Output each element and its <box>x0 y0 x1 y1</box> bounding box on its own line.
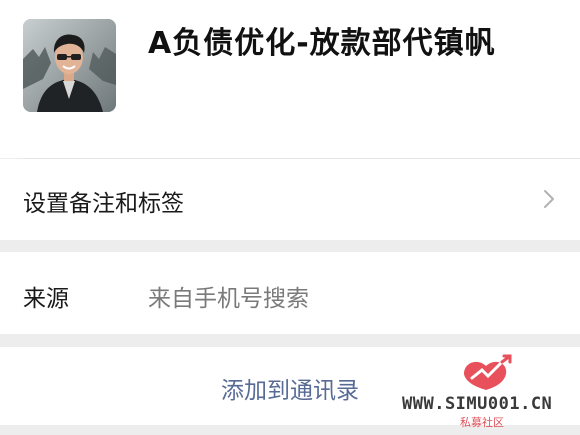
source-value: 来自手机号搜索 <box>148 286 309 312</box>
contact-display-name: A负债优化-放款部代镇帆 <box>148 26 496 61</box>
chevron-right-icon <box>542 188 556 210</box>
profile-header: A负债优化-放款部代镇帆 <box>0 0 580 158</box>
set-remark-label: 设置备注和标签 <box>23 191 184 217</box>
watermark-url: WWW.SIMU001.CN <box>402 394 553 414</box>
set-remark-and-tags-row[interactable]: 设置备注和标签 <box>0 159 580 240</box>
source-label: 来源 <box>23 286 69 312</box>
avatar[interactable] <box>23 19 116 112</box>
watermark-logo-icon <box>464 354 512 390</box>
source-row: 来源 来自手机号搜索 <box>0 252 580 334</box>
watermark-subtitle: 私募社区 <box>460 416 504 429</box>
avatar-image <box>23 19 116 112</box>
watermark: WWW.SIMU001.CN 私募社区 <box>402 352 578 432</box>
